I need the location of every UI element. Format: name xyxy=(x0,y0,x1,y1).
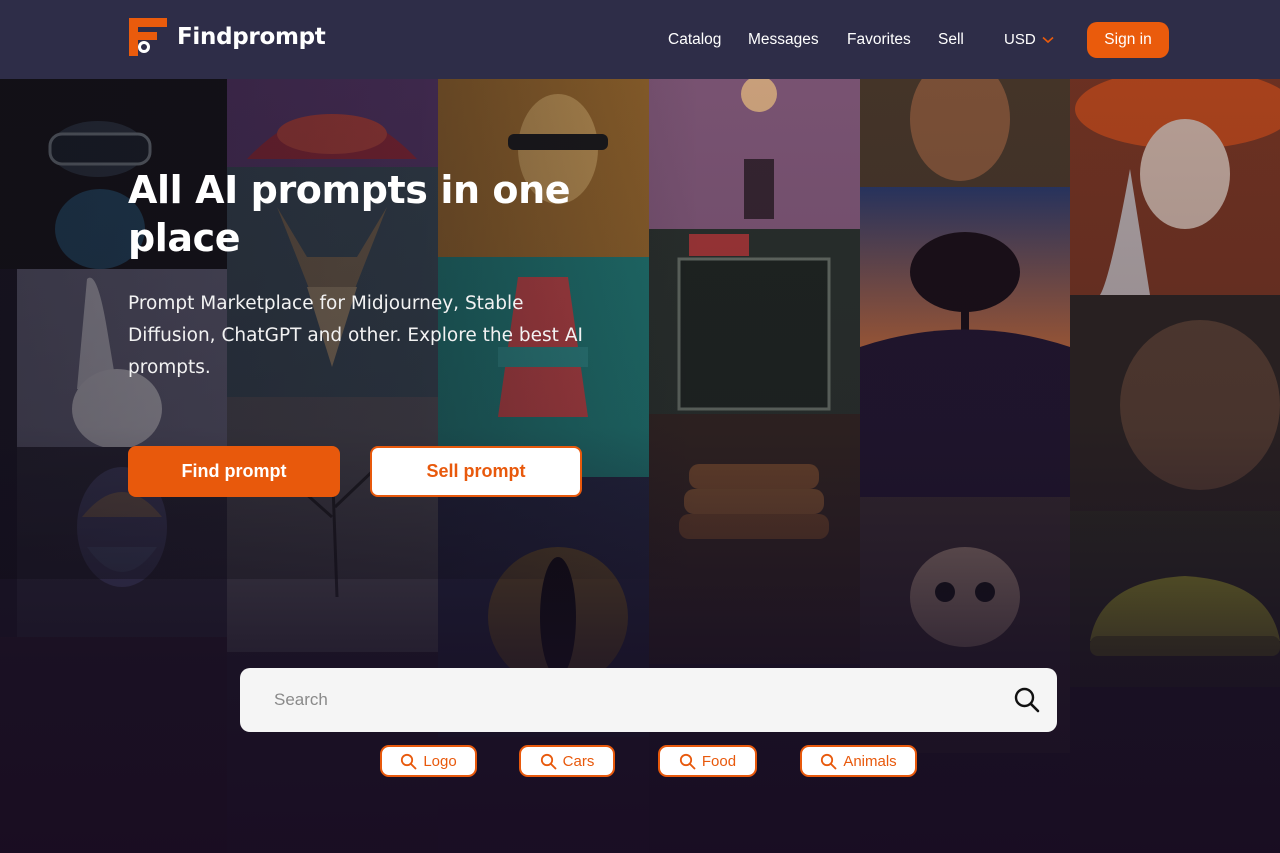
nav-catalog[interactable]: Catalog xyxy=(668,29,721,51)
sign-in-button[interactable]: Sign in xyxy=(1087,22,1169,58)
search-icon xyxy=(401,753,417,769)
sell-prompt-button[interactable]: Sell prompt xyxy=(370,446,582,497)
tag-label: Logo xyxy=(423,752,457,770)
nav-messages[interactable]: Messages xyxy=(748,29,819,51)
search-input[interactable] xyxy=(240,668,1000,732)
nav-favorites[interactable]: Favorites xyxy=(847,29,911,51)
search-icon xyxy=(821,753,837,769)
tag-label: Cars xyxy=(562,752,595,770)
nav-sell[interactable]: Sell xyxy=(938,29,964,51)
tag-food[interactable]: Food xyxy=(658,745,757,777)
search-icon xyxy=(679,753,696,769)
search-icon xyxy=(1014,687,1040,713)
tag-label: Food xyxy=(701,752,737,770)
currency-value: USD xyxy=(1004,31,1036,48)
tag-logo[interactable]: Logo xyxy=(380,745,477,777)
chevron-down-icon xyxy=(1042,36,1054,44)
tag-animals[interactable]: Animals xyxy=(800,745,917,777)
popular-search-tags: Logo Cars Food Animals xyxy=(0,745,1280,777)
search-icon xyxy=(540,753,557,769)
search-bar xyxy=(240,668,1057,732)
search-button[interactable] xyxy=(1011,684,1043,716)
tag-label: Animals xyxy=(843,752,897,770)
hero-subtitle: Prompt Marketplace for Midjourney, Stabl… xyxy=(128,293,583,378)
hero-title: All AI prompts in one place xyxy=(128,168,571,260)
top-navbar: Findprompt Catalog Messages Favorites Se… xyxy=(0,0,1280,79)
currency-selector[interactable]: USD xyxy=(1004,29,1054,51)
find-prompt-button[interactable]: Find prompt xyxy=(128,446,340,497)
tag-cars[interactable]: Cars xyxy=(519,745,615,777)
